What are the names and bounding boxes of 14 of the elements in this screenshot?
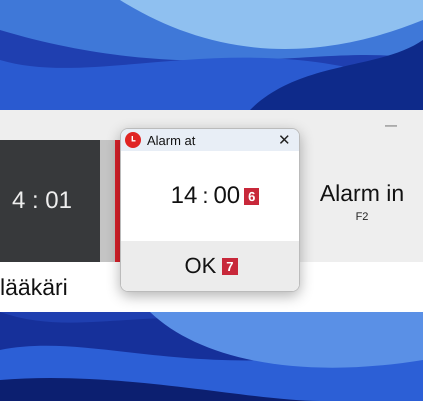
- ok-button[interactable]: OK: [182, 251, 218, 281]
- number-badge: 6: [244, 188, 260, 204]
- countdown-time: 4 : 01: [12, 187, 72, 215]
- time-separator: :: [202, 183, 208, 209]
- minute-field[interactable]: 00: [213, 182, 240, 210]
- minimize-button[interactable]: —: [385, 118, 397, 132]
- clock-icon: [125, 132, 141, 148]
- dialog-title: Alarm at: [147, 132, 196, 148]
- note-text: lääkäri: [0, 274, 68, 300]
- shortcut-key: F2: [356, 210, 368, 222]
- number-badge: 7: [222, 258, 238, 274]
- hour-field[interactable]: 14: [170, 182, 198, 210]
- alarm-in-label: Alarm in: [320, 180, 404, 206]
- close-button[interactable]: ✕: [278, 131, 291, 149]
